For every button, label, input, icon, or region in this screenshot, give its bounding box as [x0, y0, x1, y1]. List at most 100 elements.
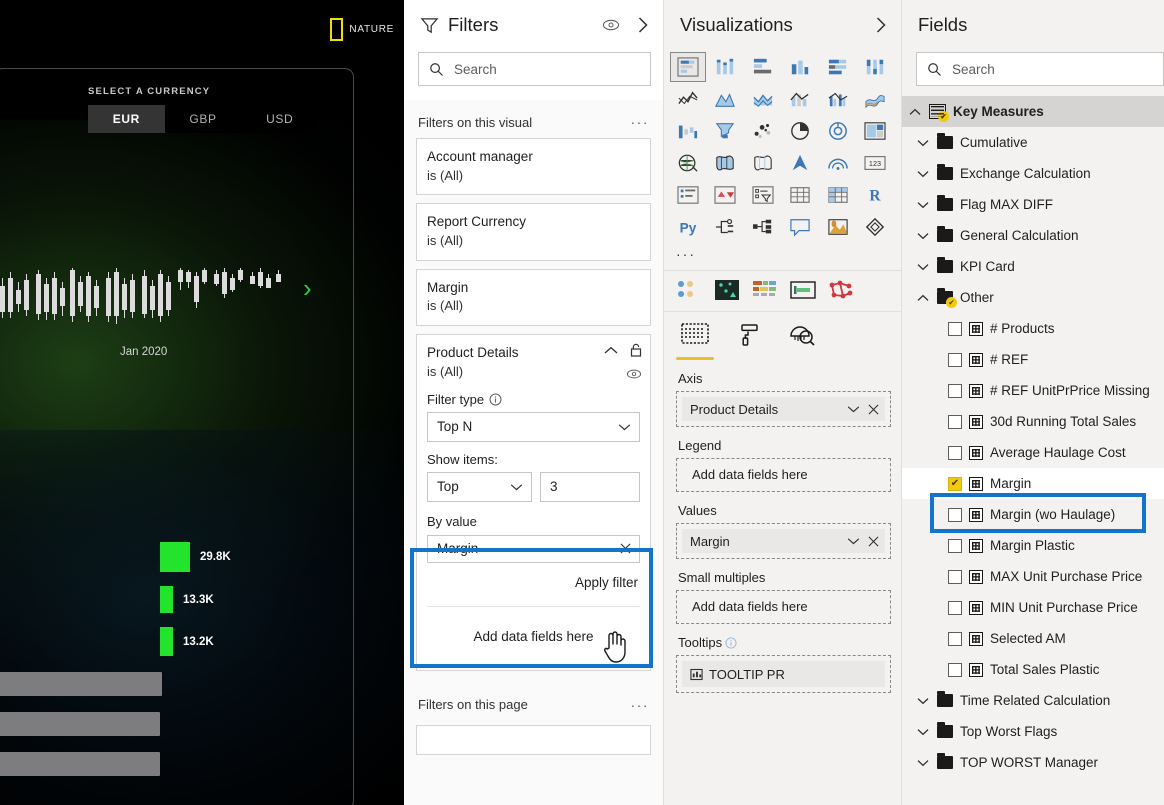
- chevron-down-icon[interactable]: [847, 404, 860, 415]
- filter-card-report-currency[interactable]: Report Currency is (All): [416, 203, 651, 261]
- field-tree-item-cumulative[interactable]: Cumulative: [902, 127, 1164, 158]
- network-chart-icon[interactable]: [828, 279, 854, 301]
- info-icon[interactable]: [489, 393, 502, 406]
- bullet-chart-icon[interactable]: [790, 279, 816, 301]
- chevron-down-icon[interactable]: [847, 536, 860, 547]
- collapse-card-chevron-icon[interactable]: [604, 343, 618, 357]
- donut-chart-icon[interactable]: [820, 116, 856, 146]
- filter-card-margin[interactable]: Margin is (All): [416, 268, 651, 327]
- expand-visualizations-chevron-icon[interactable]: [874, 16, 887, 34]
- visualization-pane-tabs[interactable]: [664, 312, 901, 360]
- visual-gallery-more-icon[interactable]: ···: [664, 242, 901, 268]
- pie-chart-icon[interactable]: [783, 116, 819, 146]
- table-icon[interactable]: [783, 180, 819, 210]
- field-checkbox[interactable]: [948, 352, 962, 367]
- show-items-direction-select[interactable]: Top: [427, 471, 532, 502]
- scatter-dots-icon[interactable]: [676, 279, 702, 301]
- 100-stacked-bar-chart-icon[interactable]: [820, 52, 856, 82]
- chevron-up-icon[interactable]: [908, 108, 922, 116]
- field-tree-item-margin-plastic[interactable]: Margin Plastic: [902, 530, 1164, 561]
- chevron-down-icon[interactable]: [916, 170, 930, 178]
- field-chip-product-details[interactable]: Product Details: [682, 397, 885, 421]
- field-tree-item-top-worst-flags[interactable]: Top Worst Flags: [902, 716, 1164, 747]
- chevron-down-icon[interactable]: [916, 139, 930, 147]
- field-checkbox[interactable]: [948, 662, 962, 677]
- field-tree-item-min-unit-purchase-price[interactable]: MIN Unit Purchase Price: [902, 592, 1164, 623]
- hide-filter-eye-icon[interactable]: [626, 368, 642, 380]
- field-checkbox[interactable]: [948, 538, 962, 553]
- apply-filter-button[interactable]: Apply filter: [427, 575, 640, 590]
- tab-fields[interactable]: [676, 322, 714, 360]
- card-icon[interactable]: 123: [858, 148, 894, 178]
- hide-filters-eye-icon[interactable]: [602, 18, 620, 32]
- field-tree-item-flag-max-diff[interactable]: Flag MAX DIFF: [902, 189, 1164, 220]
- funnel-chart-icon[interactable]: [708, 116, 744, 146]
- field-chip-margin[interactable]: Margin: [682, 529, 885, 553]
- field-tree-item-ref-unitprprice-missing[interactable]: # REF UnitPrPrice Missing: [902, 375, 1164, 406]
- chevron-down-icon[interactable]: [916, 232, 930, 240]
- field-tree-item-exchange-calculation[interactable]: Exchange Calculation: [902, 158, 1164, 189]
- well-legend[interactable]: Add data fields here: [676, 458, 891, 492]
- remove-field-close-icon[interactable]: [868, 536, 879, 547]
- waterfall-chart-icon[interactable]: [670, 116, 706, 146]
- decomposition-tree-icon[interactable]: [708, 212, 744, 242]
- power-apps-icon[interactable]: [858, 212, 894, 242]
- chevron-up-icon[interactable]: [916, 294, 930, 302]
- well-axis[interactable]: Product Details: [676, 391, 891, 427]
- matrix-icon[interactable]: [820, 180, 856, 210]
- show-items-count-input[interactable]: 3: [540, 471, 640, 502]
- field-tree-item-other[interactable]: ✔ Other: [902, 282, 1164, 313]
- chevron-down-icon[interactable]: [916, 201, 930, 209]
- treemap-icon[interactable]: [858, 116, 894, 146]
- filled-map-icon[interactable]: [708, 148, 744, 178]
- next-page-arrow-icon[interactable]: ›: [303, 275, 312, 301]
- field-tree-item-selected-am[interactable]: Selected AM: [902, 623, 1164, 654]
- kpi-icon[interactable]: [708, 180, 744, 210]
- field-tree-item-total-sales-plastic[interactable]: Total Sales Plastic: [902, 654, 1164, 685]
- r-script-visual-icon[interactable]: R: [858, 180, 894, 210]
- tooltip-chip[interactable]: TOOLTIP PR: [682, 661, 885, 687]
- tab-format[interactable]: [736, 322, 762, 360]
- map-icon[interactable]: [670, 148, 706, 178]
- chevron-down-icon[interactable]: [916, 697, 930, 705]
- by-value-field-dropzone[interactable]: Margin: [427, 534, 640, 563]
- line-stacked-column-chart-icon[interactable]: [783, 84, 819, 114]
- chevron-down-icon[interactable]: [916, 728, 930, 736]
- field-tree-item-margin-wo-haulage[interactable]: Margin (wo Haulage): [902, 499, 1164, 530]
- fields-search-box[interactable]: Search: [916, 52, 1164, 86]
- well-values[interactable]: Margin: [676, 523, 891, 559]
- line-chart-icon[interactable]: [670, 84, 706, 114]
- filters-search-box[interactable]: Search: [418, 52, 651, 86]
- visual-type-gallery[interactable]: 123 R Py: [664, 48, 901, 242]
- field-tree-item-margin[interactable]: Margin: [902, 468, 1164, 499]
- line-clustered-column-chart-icon[interactable]: [820, 84, 856, 114]
- stacked-column-chart-icon[interactable]: [708, 52, 744, 82]
- chevron-down-icon[interactable]: [916, 263, 930, 271]
- filter-type-select[interactable]: Top N: [427, 411, 640, 442]
- well-tooltips[interactable]: TOOLTIP PR: [676, 655, 891, 693]
- stacked-bar-chart-icon[interactable]: [670, 52, 706, 82]
- python-visual-icon[interactable]: Py: [670, 212, 706, 242]
- field-checkbox[interactable]: [948, 321, 962, 336]
- multi-row-card-icon[interactable]: [670, 180, 706, 210]
- field-tree-item-30d-running-total-sales[interactable]: 30d Running Total Sales: [902, 406, 1164, 437]
- field-tree-item-max-unit-purchase-price[interactable]: MAX Unit Purchase Price: [902, 561, 1164, 592]
- filter-card-page-stub[interactable]: [416, 724, 651, 755]
- tab-analytics[interactable]: [788, 322, 816, 360]
- currency-tab-gbp[interactable]: GBP: [164, 105, 242, 133]
- field-tree-item-ref[interactable]: # REF: [902, 344, 1164, 375]
- field-checkbox[interactable]: [948, 414, 962, 429]
- well-small-multiples[interactable]: Add data fields here: [676, 590, 891, 624]
- field-checkbox[interactable]: [948, 631, 962, 646]
- field-checkbox[interactable]: [948, 507, 962, 522]
- expand-filters-chevron-icon[interactable]: [636, 16, 649, 34]
- 100-stacked-column-chart-icon[interactable]: [858, 52, 894, 82]
- field-tree-item-products[interactable]: # Products: [902, 313, 1164, 344]
- field-checkbox[interactable]: [948, 569, 962, 584]
- field-checkbox[interactable]: [948, 476, 962, 491]
- field-tree-item-top-worst-manager[interactable]: TOP WORST Manager: [902, 747, 1164, 778]
- chevron-down-icon[interactable]: [916, 759, 930, 767]
- remove-field-close-icon[interactable]: [868, 404, 879, 415]
- bar-matrix-icon[interactable]: [752, 279, 778, 301]
- field-tree-item-kpi-card[interactable]: KPI Card: [902, 251, 1164, 282]
